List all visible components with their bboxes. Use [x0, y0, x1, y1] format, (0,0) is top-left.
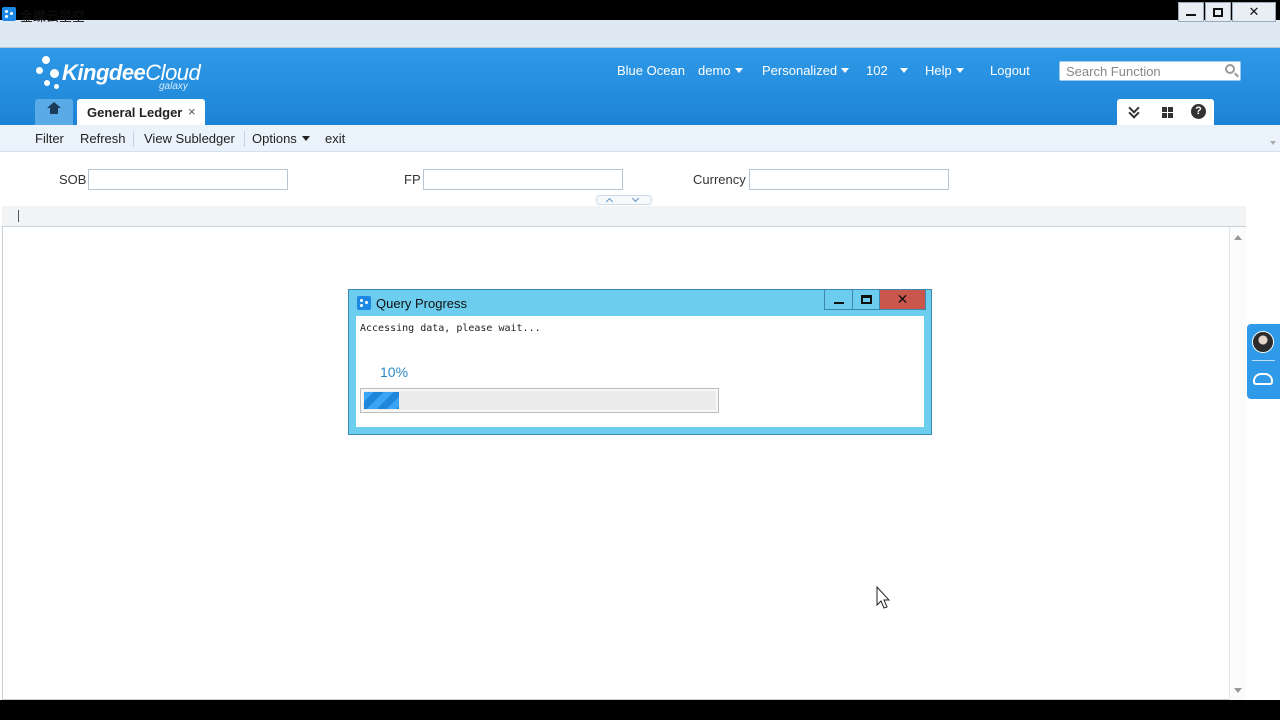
- home-icon: [47, 101, 61, 118]
- toolbar-divider: [244, 131, 245, 147]
- chevron-up-icon[interactable]: [605, 197, 614, 206]
- minimize-icon: [833, 301, 844, 304]
- scroll-down-icon[interactable]: [1234, 688, 1242, 693]
- filter-button[interactable]: Filter: [35, 131, 64, 146]
- nav-org-label: 102: [866, 63, 888, 78]
- caret-down-icon: [899, 68, 908, 73]
- fp-label: FP: [404, 172, 421, 187]
- search-function-input[interactable]: Search Function: [1059, 61, 1241, 81]
- view-subledger-button[interactable]: View Subledger: [144, 131, 235, 146]
- side-divider: [1252, 360, 1275, 361]
- progress-fill: [364, 392, 399, 409]
- scroll-down-icon[interactable]: [1270, 141, 1276, 145]
- text-cursor: [18, 210, 19, 222]
- window-maximize-button[interactable]: [1205, 2, 1231, 22]
- exit-button[interactable]: exit: [325, 131, 345, 146]
- caret-down-icon: [301, 136, 310, 141]
- ledger-grid[interactable]: [2, 206, 1246, 700]
- window-title: 金蝶云星空: [20, 9, 86, 24]
- chevron-down-icon[interactable]: [631, 194, 640, 203]
- screen: 金蝶云星空 ✕ KingdeeCloud galaxy Blue Ocean d…: [0, 0, 1280, 720]
- close-icon: ✕: [896, 291, 909, 307]
- currency-field[interactable]: [749, 169, 949, 190]
- logo-main-text: Kingdee: [62, 60, 146, 85]
- dialog-maximize-button[interactable]: [852, 289, 880, 310]
- toolbar-divider: [133, 131, 134, 147]
- dialog-minimize-button[interactable]: [824, 289, 853, 310]
- close-icon: ✕: [1248, 4, 1260, 19]
- expand-menu-icon[interactable]: [1127, 105, 1143, 119]
- options-label: Options: [252, 131, 297, 146]
- minimize-icon: [1186, 14, 1196, 16]
- cloud-icon[interactable]: [1253, 373, 1273, 385]
- scroll-up-icon[interactable]: [1234, 235, 1242, 240]
- nav-demo-label: demo: [698, 63, 731, 78]
- dialog-message: Accessing data, please wait...: [360, 323, 541, 334]
- sob-field[interactable]: [88, 169, 288, 190]
- mouse-pointer-icon: [876, 586, 891, 609]
- letterbox-bottom: [0, 700, 1280, 720]
- refresh-button[interactable]: Refresh: [80, 131, 126, 146]
- header-tools: ?: [1117, 99, 1214, 125]
- nav-personalized-label: Personalized: [762, 63, 838, 78]
- nav-help[interactable]: Help: [925, 63, 964, 81]
- app-icon: [2, 7, 16, 21]
- grid-header: [2, 206, 1246, 227]
- sob-label: SOB: [59, 172, 87, 187]
- nav-personalized[interactable]: Personalized: [762, 63, 850, 81]
- nav-demo[interactable]: demo: [698, 63, 743, 81]
- avatar[interactable]: [1252, 331, 1274, 353]
- app-grid-icon[interactable]: [1160, 105, 1176, 119]
- fp-field[interactable]: [423, 169, 623, 190]
- collapse-filter-toggle[interactable]: [596, 194, 652, 206]
- dialog-title: Query Progress: [376, 296, 468, 311]
- nav-org-102[interactable]: 102: [866, 63, 908, 81]
- dialog-close-button[interactable]: ✕: [879, 289, 926, 310]
- nav-logout[interactable]: Logout: [990, 63, 1030, 81]
- options-dropdown[interactable]: Options: [252, 131, 310, 146]
- tab-close-icon[interactable]: ×: [188, 104, 196, 119]
- caret-down-icon: [841, 68, 850, 73]
- letterbox-top: [0, 0, 1280, 20]
- currency-label: Currency: [693, 172, 746, 187]
- window-minimize-button[interactable]: [1178, 2, 1204, 22]
- logo-subtitle: galaxy: [159, 81, 188, 92]
- grid-scrollbar[interactable]: [1229, 227, 1246, 700]
- dialog-app-icon: [357, 296, 371, 310]
- nav-help-label: Help: [925, 63, 952, 78]
- nav-blue-ocean[interactable]: Blue Ocean: [617, 63, 685, 81]
- progress-bar: [360, 388, 719, 413]
- home-tab[interactable]: [35, 99, 73, 125]
- help-icon[interactable]: ?: [1191, 104, 1206, 119]
- os-title-bar: [0, 20, 1280, 48]
- caret-down-icon: [955, 68, 964, 73]
- maximize-icon: [860, 295, 872, 304]
- search-icon[interactable]: [1225, 64, 1235, 74]
- restore-icon: [1213, 7, 1223, 17]
- tab-general-ledger[interactable]: General Ledger: [77, 99, 205, 126]
- caret-down-icon: [734, 68, 743, 73]
- progress-percent: 10%: [380, 364, 409, 380]
- window-close-button[interactable]: ✕: [1232, 2, 1276, 22]
